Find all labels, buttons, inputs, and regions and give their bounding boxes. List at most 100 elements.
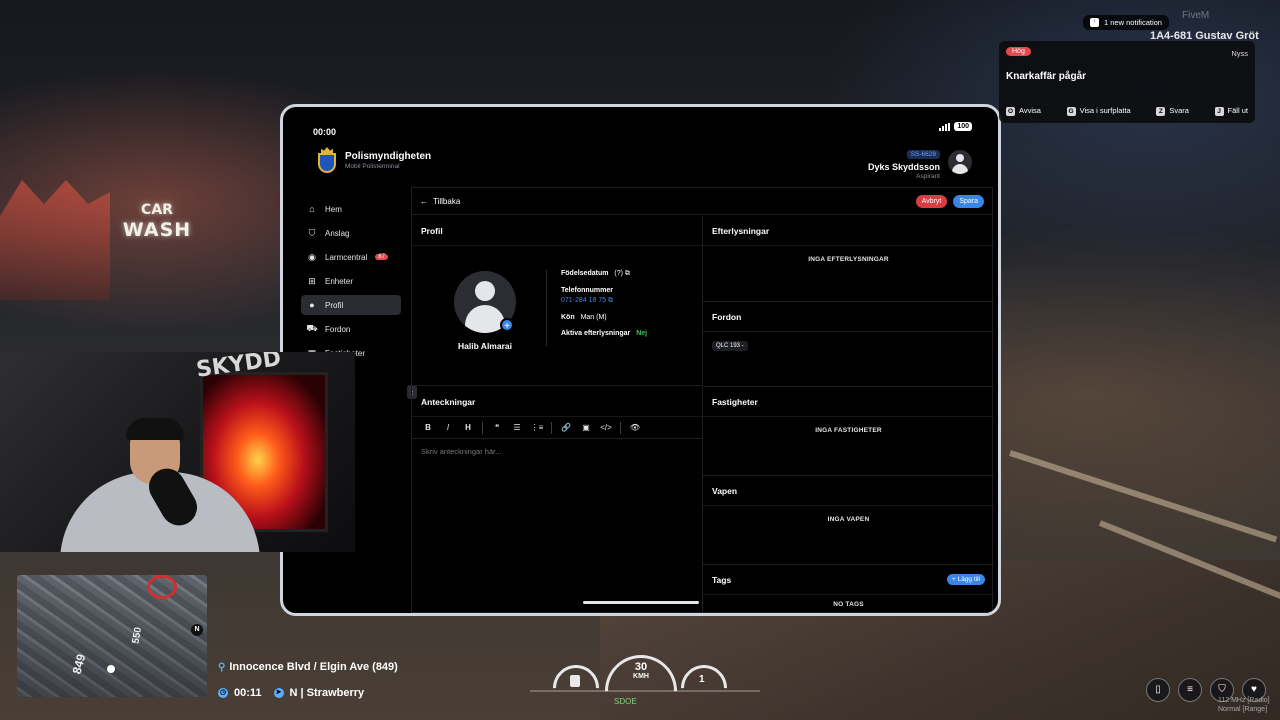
bold-button[interactable]: B xyxy=(418,423,438,432)
notification-pill[interactable]: ↑ 1 new notification xyxy=(1083,15,1169,30)
sidebar-item-hem[interactable]: ⌂ Hem xyxy=(301,199,401,219)
code-button[interactable]: </> xyxy=(596,423,616,432)
numbered-list-button[interactable]: ⋮≡ xyxy=(527,423,547,432)
weapons-panel: Vapen INGA VAPEN xyxy=(703,476,994,565)
heading-button[interactable]: H xyxy=(458,423,478,432)
empty-warrants: INGA EFTERLYSNINGAR xyxy=(808,256,889,263)
arrow-left-icon: ← xyxy=(420,196,428,206)
brand-subtitle: Mobil Polisterminal xyxy=(345,162,400,170)
user-card[interactable]: SS-6628 Dyks Skyddsson Aspirant xyxy=(868,143,972,180)
add-tag-button[interactable]: + Lägg till xyxy=(946,574,985,585)
toolbar-divider xyxy=(551,421,552,434)
notification-pill-text: 1 new notification xyxy=(1104,18,1162,27)
dispatch-alert: Hög Nyss Knarkaffär pågår O Avvisa G Visa … xyxy=(999,41,1255,123)
alert-time: Nyss xyxy=(1231,49,1248,58)
respond-action[interactable]: Z Svara xyxy=(1156,106,1189,116)
home-indicator[interactable] xyxy=(583,601,699,604)
action-label: Svara xyxy=(1169,106,1189,115)
toolbar-divider xyxy=(482,421,483,434)
brand: Polismyndigheten Mobil Polisterminal xyxy=(317,147,431,173)
map-label: 550 xyxy=(130,626,145,645)
back-button[interactable]: ← Tillbaka xyxy=(420,197,460,206)
tags-panel: Tags + Lägg till NO TAGS xyxy=(703,565,994,613)
user-name: Dyks Skyddsson xyxy=(867,162,940,172)
warrants-panel: Efterlysningar INGA EFTERLYSNINGAR xyxy=(703,216,994,302)
key-hint: G xyxy=(1066,107,1076,116)
profile-view: ← Tillbaka Avbryt Spara Profil + Halib A… xyxy=(411,187,994,613)
cancel-button[interactable]: Avbryt xyxy=(915,194,948,208)
speedometer: 30 KMH xyxy=(626,661,656,680)
priority-badge: Hög xyxy=(1006,47,1031,56)
battery-icon: 100 xyxy=(954,122,972,131)
panel-title: Profil xyxy=(412,216,702,246)
sidebar-item-anslag[interactable]: ⛉ Anslag xyxy=(301,223,401,243)
sidebar-item-label: Enheter xyxy=(325,276,354,286)
panel-title: Anteckningar xyxy=(412,387,702,417)
key-hint: J xyxy=(1214,107,1224,116)
street-name: Innocence Blvd / Elgin Ave (849) xyxy=(229,661,398,673)
sidebar-item-label: Anslag xyxy=(325,228,350,238)
user-icon: ● xyxy=(309,300,315,310)
clock-icon: ◷ xyxy=(218,688,228,698)
minimap: 849 550 xyxy=(17,575,207,697)
profile-info: Födelsedatum (?) ⧉ Telefonnummer 071-284… xyxy=(546,270,662,346)
sidebar-item-label: Hem xyxy=(325,204,342,214)
bullet-list-button[interactable]: ☰ xyxy=(507,423,527,432)
avatar[interactable] xyxy=(948,149,972,174)
callsign-badge: SS-6628 xyxy=(906,150,940,159)
quote-button[interactable]: ❝ xyxy=(487,423,507,432)
radio-frequency: 112 MHz [Radio] xyxy=(1218,697,1270,704)
back-label: Tillbaka xyxy=(433,196,461,206)
show-in-tablet-action[interactable]: G Visa i surfplatta xyxy=(1066,106,1131,116)
profile-panel: Profil + Halib Almarai Födelsedatum (?) … xyxy=(412,216,703,386)
notes-editor[interactable]: Skriv anteckningar här... xyxy=(412,439,702,609)
direction-area: N | Strawberry xyxy=(289,687,365,699)
stack-icon[interactable]: ≡ xyxy=(1178,678,1202,702)
car-icon: ⛟ xyxy=(306,323,318,333)
hud-info: ◷ 00:11 ➤ N | Strawberry xyxy=(218,687,364,699)
sidebar-item-fordon[interactable]: ⛟ Fordon xyxy=(301,319,401,339)
sidebar-item-profil[interactable]: ● Profil xyxy=(301,295,401,315)
sidebar: ⌂ Hem ⛉ Anslag ◉ Larmcentral 87 ⊞ Enhete… xyxy=(301,199,401,367)
panel-title: Vapen xyxy=(703,476,994,506)
vehicle-plate[interactable]: QLC 193 - xyxy=(712,341,748,351)
compass-icon: ➤ xyxy=(273,688,284,698)
key-hint: O xyxy=(1006,107,1015,116)
phone-label: Telefonnummer xyxy=(561,287,613,294)
street-label: ⚲ Innocence Blvd / Elgin Ave (849) xyxy=(218,661,398,673)
sidebar-item-label: Profil xyxy=(325,300,344,310)
birth-label: Födelsedatum xyxy=(561,270,609,277)
copy-icon[interactable]: ⧉ xyxy=(608,297,613,304)
waypoint-icon xyxy=(147,575,177,599)
preview-button[interactable]: 👁 xyxy=(625,423,645,432)
sidebar-item-label: Larmcentral xyxy=(325,252,368,262)
sidebar-item-enheter[interactable]: ⊞ Enheter xyxy=(301,271,401,291)
add-photo-icon[interactable]: + xyxy=(500,318,514,332)
road-marking xyxy=(1009,450,1278,543)
italic-button[interactable]: I xyxy=(438,423,458,432)
police-tablet: 00:00 100 Polismyndigheten Mobil Poliste… xyxy=(280,104,1001,616)
save-button[interactable]: Spara xyxy=(953,194,984,208)
expand-action[interactable]: J Fäll ut xyxy=(1214,106,1248,116)
streamer-cap xyxy=(126,418,184,440)
compass-strip: SDOE xyxy=(614,697,637,706)
copy-icon[interactable]: ⧉ xyxy=(625,270,630,277)
tablet-clock: 00:00 xyxy=(313,127,337,137)
image-button[interactable]: ▣ xyxy=(576,423,596,432)
dismiss-action[interactable]: O Avvisa xyxy=(1006,106,1041,116)
carwash-sign: CAR WASH xyxy=(112,200,202,240)
carwash-sign-line1: CAR xyxy=(141,202,173,218)
phone-icon[interactable]: ▯ xyxy=(1146,678,1170,702)
sidebar-item-label: Fordon xyxy=(325,324,351,334)
neon-sign xyxy=(0,180,110,300)
empty-properties: INGA FASTIGHETER xyxy=(815,427,882,434)
map-label: 849 xyxy=(69,652,89,676)
sidebar-item-larmcentral[interactable]: ◉ Larmcentral 87 xyxy=(301,247,401,267)
toolbar-divider xyxy=(620,421,621,434)
properties-panel: Fastigheter INGA FASTIGHETER xyxy=(703,387,994,476)
link-button[interactable]: 🔗 xyxy=(556,423,576,432)
empty-tags: NO TAGS xyxy=(833,601,864,608)
phone-value[interactable]: 071-284 18 75 ⧉ xyxy=(561,297,662,305)
notes-panel: Anteckningar B I H ❝ ☰ ⋮≡ 🔗 ▣ </> 👁 Skri… xyxy=(412,387,703,613)
webcam-overlay: SKYDD xyxy=(0,352,355,552)
